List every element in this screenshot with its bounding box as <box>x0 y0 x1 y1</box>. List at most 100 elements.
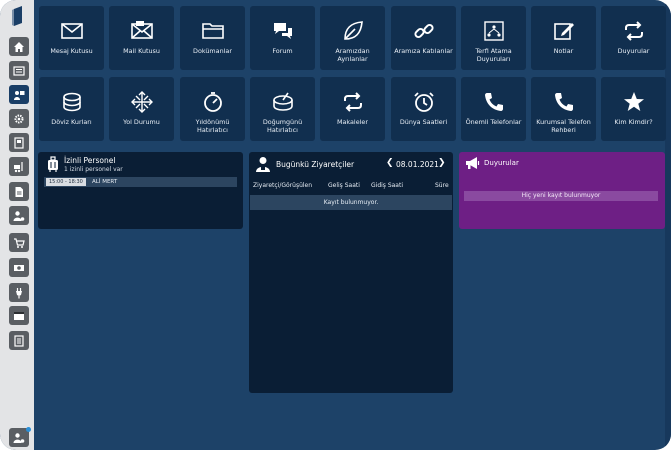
tile-label: Önemli Telefonlar <box>465 118 522 126</box>
coins-icon <box>62 92 81 112</box>
column-header: Süre <box>435 182 449 189</box>
sidebar-item-user-settings[interactable] <box>9 206 29 225</box>
tile-label: Yıldönümü Hatırlatıcı <box>195 118 230 134</box>
gear-icon <box>14 114 24 123</box>
tile-label: Yol Durumu <box>123 118 160 126</box>
edit-note-icon <box>553 23 574 40</box>
arrows-cross-icon <box>130 91 153 113</box>
tile-label: Terfi Atama Duyuruları <box>475 47 512 63</box>
panel-subtitle: 1 izinli personel var <box>64 166 123 173</box>
user-settings-icon <box>13 210 25 221</box>
phone-icon <box>554 93 573 111</box>
user-settings-icon <box>13 432 25 443</box>
envelope-icon <box>60 23 83 39</box>
sidebar-item-plug[interactable] <box>9 283 29 302</box>
duyurular-panel: Duyurular Hiç yeni kayıt bulunmuyor <box>459 152 665 229</box>
sidebar-item-list[interactable] <box>9 61 29 80</box>
leaf-icon <box>343 21 363 40</box>
tile-label: Aramızdan Ayrılanlar <box>335 47 370 63</box>
list-item[interactable]: 15:00 - 18:30 ALİ MERT <box>44 177 237 187</box>
book-icon <box>14 136 24 149</box>
sidebar-item-money[interactable] <box>9 258 29 277</box>
tile-mail-kutusu[interactable]: Mail Kutusu <box>109 6 174 70</box>
tile-label: Duyurular <box>617 47 650 55</box>
column-header: Gidiş Saati <box>371 182 404 189</box>
plug-icon <box>16 287 22 298</box>
chat-bubbles-icon <box>273 23 292 39</box>
empty-row: Kayıt bulunmuyor. <box>250 195 452 210</box>
cake-icon <box>272 92 293 111</box>
tile-dogumgunu[interactable]: Doğumgünü Hatırlatıcı <box>250 77 315 141</box>
star-icon <box>623 92 644 111</box>
tile-makaleler[interactable]: Makaleler <box>320 77 385 141</box>
document-icon <box>15 186 23 197</box>
tile-duyurular[interactable]: Duyurular <box>601 6 666 70</box>
app-frame: Mesaj Kutusu Mail Kutusu Dokümanlar Foru… <box>0 0 671 450</box>
tile-onemli-telefonlar[interactable]: Önemli Telefonlar <box>461 77 526 141</box>
tile-yol-durumu[interactable]: Yol Durumu <box>109 77 174 141</box>
current-date: 08.01.2021 <box>396 160 439 169</box>
tile-yildonumu[interactable]: Yıldönümü Hatırlatıcı <box>180 77 245 141</box>
sidebar <box>0 0 34 450</box>
money-icon <box>14 264 24 271</box>
tile-label: Aramıza Katılanlar <box>394 47 453 55</box>
tile-label: Döviz Kurları <box>51 118 92 126</box>
tile-label: Dünya Saatleri <box>399 118 448 126</box>
sidebar-item-checklist[interactable] <box>9 331 29 350</box>
sidebar-item-forklift[interactable] <box>9 157 29 176</box>
luggage-icon <box>48 156 58 172</box>
sidebar-item-home[interactable] <box>9 37 29 56</box>
time-badge: 15:00 - 18:30 <box>46 178 86 186</box>
tile-label: Makaleler <box>337 118 368 126</box>
sidebar-item-user-presentation[interactable] <box>9 85 29 104</box>
tile-dunya-saatleri[interactable]: Dünya Saatleri <box>391 77 456 141</box>
tile-forum[interactable]: Forum <box>250 6 315 70</box>
stopwatch-icon <box>203 92 222 112</box>
column-header: Ziyaretçi/Görüşülen <box>253 182 313 189</box>
prev-date-button[interactable]: ❮ <box>386 158 394 168</box>
folder-icon <box>201 23 224 39</box>
tile-mesaj-kutusu[interactable]: Mesaj Kutusu <box>39 6 104 70</box>
sidebar-item-cart[interactable] <box>9 233 29 252</box>
home-icon <box>14 41 24 52</box>
tile-label: Forum <box>272 47 293 55</box>
tile-notlar[interactable]: Notlar <box>531 6 596 70</box>
next-date-button[interactable]: ❯ <box>438 158 446 168</box>
sidebar-item-window[interactable] <box>9 306 29 325</box>
tile-kim-kimdir[interactable]: Kim Kimdir? <box>601 77 666 141</box>
sidebar-item-document[interactable] <box>9 182 29 201</box>
forklift-icon <box>14 161 23 172</box>
ziyaretciler-panel: Bugünkü Ziyaretçiler ❮ 08.01.2021 ❯ Ziya… <box>249 152 453 393</box>
sidebar-item-book[interactable] <box>9 133 29 152</box>
tile-kurumsal-telefon-rehberi[interactable]: Kurumsal Telefon Rehberi <box>531 77 596 141</box>
window-icon <box>14 311 24 320</box>
chain-link-icon <box>413 23 434 39</box>
tile-label: Mail Kutusu <box>123 47 160 55</box>
mail-open-icon <box>130 21 153 39</box>
tile-aramiza-katilanlar[interactable]: Aramıza Katılanlar <box>391 6 456 70</box>
notification-dot <box>26 427 31 432</box>
tile-label: Notlar <box>553 47 574 55</box>
panel-title: Duyurular <box>484 159 519 167</box>
tile-label: Kurumsal Telefon Rehberi <box>536 118 591 134</box>
phone-icon <box>484 93 503 111</box>
empty-row: Hiç yeni kayıt bulunmuyor <box>464 191 658 201</box>
list-icon <box>13 65 25 76</box>
personnel-name: ALİ MERT <box>92 179 118 185</box>
tile-doviz-kurlari[interactable]: Döviz Kurları <box>39 77 104 141</box>
tile-dokumanlar[interactable]: Dokümanlar <box>180 6 245 70</box>
tile-terfi-atama[interactable]: Terfi Atama Duyuruları <box>461 6 526 70</box>
megaphone-icon <box>466 157 480 169</box>
user-presentation-icon <box>14 90 25 100</box>
tile-aramizdan-ayrilanlar[interactable]: Aramızdan Ayrılanlar <box>320 6 385 70</box>
repeat-arrows-icon <box>343 92 362 112</box>
tile-label: Doğumgünü Hatırlatıcı <box>262 118 303 134</box>
panel-title: Bugünkü Ziyaretçiler <box>276 160 355 169</box>
panel-title: İzinli Personel <box>64 156 116 165</box>
cart-icon <box>14 237 25 248</box>
tile-label: Dokümanlar <box>193 47 232 55</box>
sidebar-item-gear[interactable] <box>9 109 29 128</box>
repeat-arrows-icon <box>624 21 643 41</box>
column-header: Geliş Saati <box>328 182 360 189</box>
alarm-clock-icon <box>413 92 434 112</box>
